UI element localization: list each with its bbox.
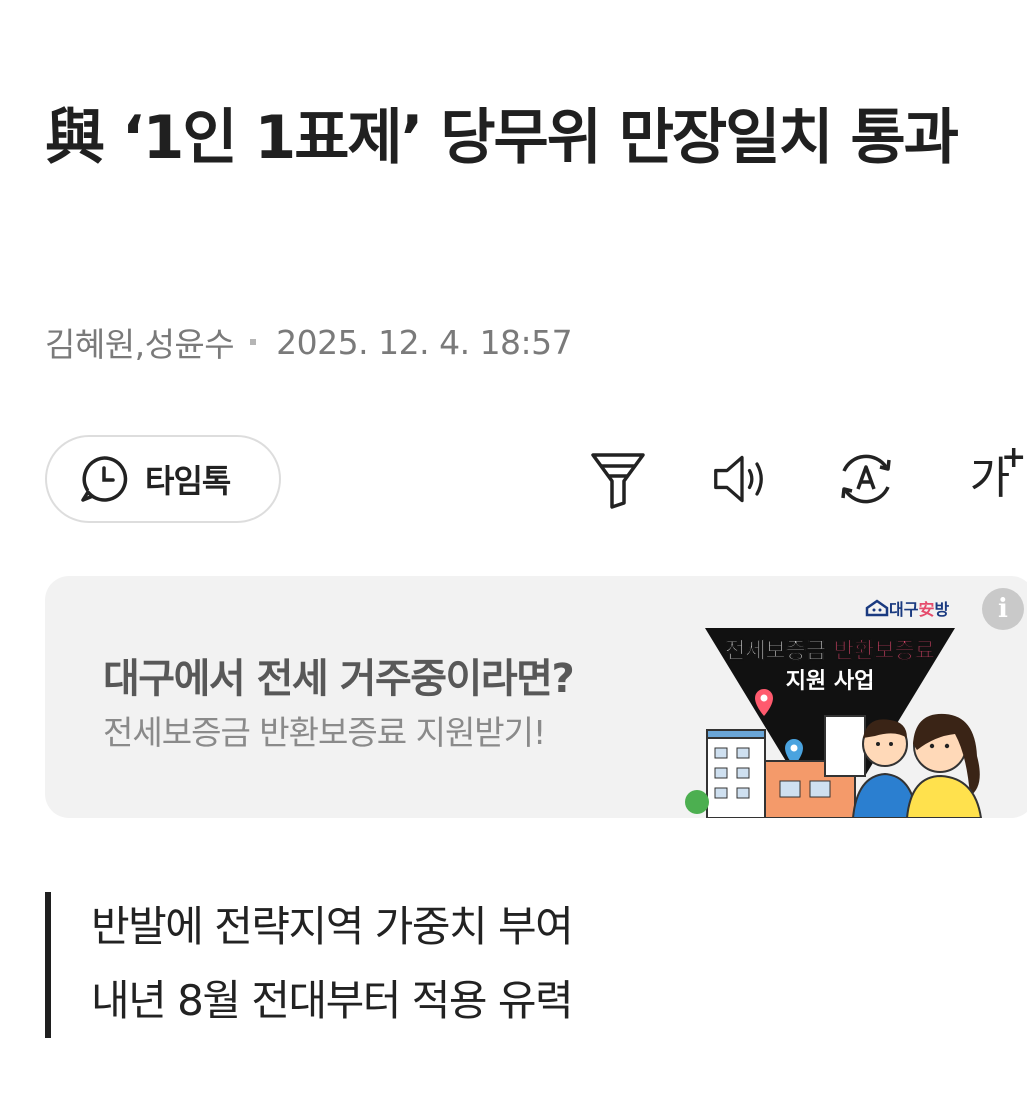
ad-brand-accent: 安	[918, 600, 935, 619]
listen-button[interactable]	[712, 448, 772, 510]
font-size-icon: 가 +	[970, 443, 1026, 501]
auto-translate-icon	[841, 454, 891, 504]
separator-dot	[250, 339, 257, 345]
ad-banner-line1: 전세보증금 반환보증료	[725, 639, 935, 664]
timetalk-label: 타임톡	[145, 462, 231, 500]
subheading-line: 내년 8월 전대부터 적용 유력	[91, 976, 574, 1025]
font-size-button[interactable]: 가 +	[960, 443, 1026, 510]
ad-brand-logo: 대구 安 방	[865, 596, 949, 620]
translate-button[interactable]	[836, 448, 896, 510]
timetalk-button[interactable]: 타임톡	[45, 435, 281, 523]
subheading-line: 반발에 전략지역 가중치 부여	[91, 902, 574, 951]
ad-subtext: 전세보증금 반환보증료 지원받기!	[103, 713, 546, 752]
article-title: 與 ‘1인 1표제’ 당무위 만장일치 통과	[45, 103, 959, 173]
ad-headline: 대구에서 전세 거주중이라면?	[103, 656, 575, 702]
speaker-icon	[714, 455, 763, 503]
ad-info-label: i	[998, 594, 1008, 624]
publish-datetime: 2025. 12. 4. 18:57	[276, 322, 573, 362]
ad-illustration: 전세보증금 반환보증료 지원 사업	[685, 628, 983, 818]
ad-brand-prefix: 대구	[889, 600, 919, 619]
summary-button[interactable]	[588, 448, 648, 510]
author-names[interactable]: 김혜원,성윤수	[45, 318, 235, 366]
ad-brand-suffix: 방	[934, 600, 950, 619]
article-meta: 김혜원,성윤수 2025. 12. 4. 18:57	[45, 318, 573, 366]
font-size-plus: +	[1001, 440, 1027, 475]
funnel-icon	[591, 453, 645, 509]
ad-banner-line2: 지원 사업	[786, 669, 875, 694]
ad-info-button[interactable]: i	[982, 588, 1024, 630]
article-subheadings: 반발에 전략지역 가중치 부여 내년 8월 전대부터 적용 유력	[45, 892, 574, 1038]
clock-chat-icon	[81, 456, 128, 502]
advertisement-banner[interactable]: 대구에서 전세 거주중이라면? 전세보증금 반환보증료 지원받기! 대구 安 방 i…	[45, 576, 1027, 818]
house-logo-icon	[865, 599, 889, 617]
